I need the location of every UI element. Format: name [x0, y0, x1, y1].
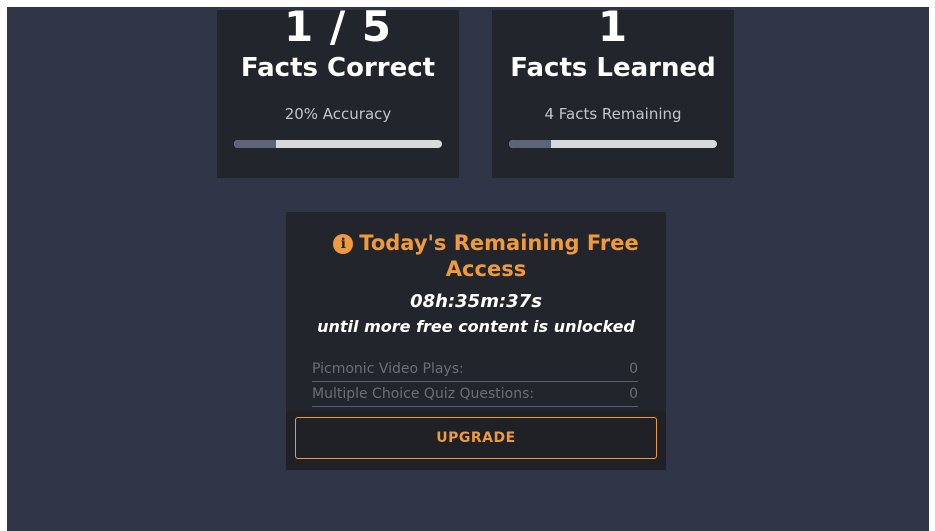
accuracy-progress-bar	[234, 140, 442, 148]
free-access-title: i Today's Remaining Free Access	[316, 230, 656, 282]
facts-correct-label: Facts Correct	[240, 53, 436, 83]
countdown-timer: 08h:35m:37s	[410, 291, 542, 312]
usage-limits-list: Picmonic Video Plays: 0 Multiple Choice …	[312, 358, 638, 408]
upgrade-footer: UPGRADE	[286, 410, 666, 470]
page-background: 1 / 5 Facts Correct 20% Accuracy 1 Facts…	[7, 7, 929, 531]
learned-progress-fill	[509, 140, 551, 148]
facts-correct-card: 1 / 5 Facts Correct 20% Accuracy	[217, 7, 459, 178]
limit-label: Picmonic Video Plays:	[312, 361, 464, 377]
info-icon: i	[333, 234, 354, 254]
facts-remaining-text: 4 Facts Remaining	[544, 105, 682, 123]
limit-row-quiz-questions: Multiple Choice Quiz Questions: 0	[312, 383, 638, 407]
free-access-card: i Today's Remaining Free Access 08h:35m:3…	[286, 212, 666, 470]
limit-row-video-plays: Picmonic Video Plays: 0	[312, 358, 638, 382]
accuracy-text: 20% Accuracy	[284, 105, 392, 123]
facts-learned-label: Facts Learned	[510, 53, 716, 83]
limit-label: Multiple Choice Quiz Questions:	[312, 386, 535, 402]
accuracy-progress-fill	[234, 140, 276, 148]
limit-value: 0	[629, 386, 638, 402]
facts-learned-card: 1 Facts Learned 4 Facts Remaining	[492, 7, 734, 178]
limit-value: 0	[629, 361, 638, 377]
upgrade-button[interactable]: UPGRADE	[295, 417, 657, 459]
unlock-message: until more free content is unlocked	[317, 317, 635, 336]
free-access-title-text: Today's Remaining Free Access	[359, 231, 639, 281]
facts-learned-value: 1	[597, 7, 629, 51]
facts-correct-value: 1 / 5	[283, 7, 393, 51]
learned-progress-bar	[509, 140, 717, 148]
